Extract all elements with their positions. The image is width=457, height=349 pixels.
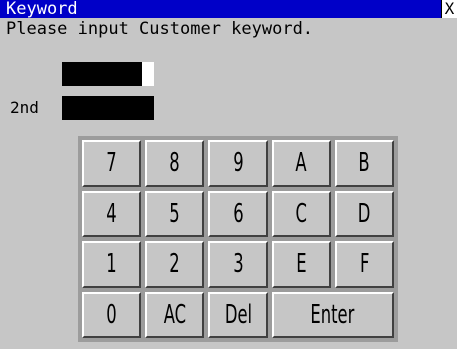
key-1[interactable]: 1 [82,241,142,288]
key-4[interactable]: 4 [82,190,142,237]
key-3[interactable]: 3 [208,241,268,288]
key-b[interactable]: B [334,140,394,187]
key-c[interactable]: C [271,190,331,237]
input-cursor [142,62,154,86]
dialog-title: Keyword [6,0,78,19]
key-7[interactable]: 7 [82,140,142,187]
close-icon: X [444,0,455,18]
key-0[interactable]: 0 [82,291,142,338]
close-button[interactable]: X [441,0,457,18]
second-keyword-input[interactable] [62,96,154,120]
key-e[interactable]: E [271,241,331,288]
keyword-input[interactable] [62,62,154,86]
key-d[interactable]: D [334,190,394,237]
all-clear-button[interactable]: AC [145,291,205,338]
key-8[interactable]: 8 [145,140,205,187]
keyword-dialog: Keyword X Please input Customer keyword.… [0,0,457,349]
key-f[interactable]: F [334,241,394,288]
key-a[interactable]: A [271,140,331,187]
key-6[interactable]: 6 [208,190,268,237]
prompt-text: Please input Customer keyword. [6,19,314,39]
delete-button[interactable]: Del [208,291,268,338]
key-5[interactable]: 5 [145,190,205,237]
title-bar: Keyword X [0,0,457,18]
second-keyword-label: 2nd [10,98,39,117]
key-2[interactable]: 2 [145,241,205,288]
key-9[interactable]: 9 [208,140,268,187]
keypad: 7 8 9 A B 4 5 6 C D 1 2 3 E F 0 AC Del E… [78,136,398,342]
enter-button[interactable]: Enter [271,291,394,338]
